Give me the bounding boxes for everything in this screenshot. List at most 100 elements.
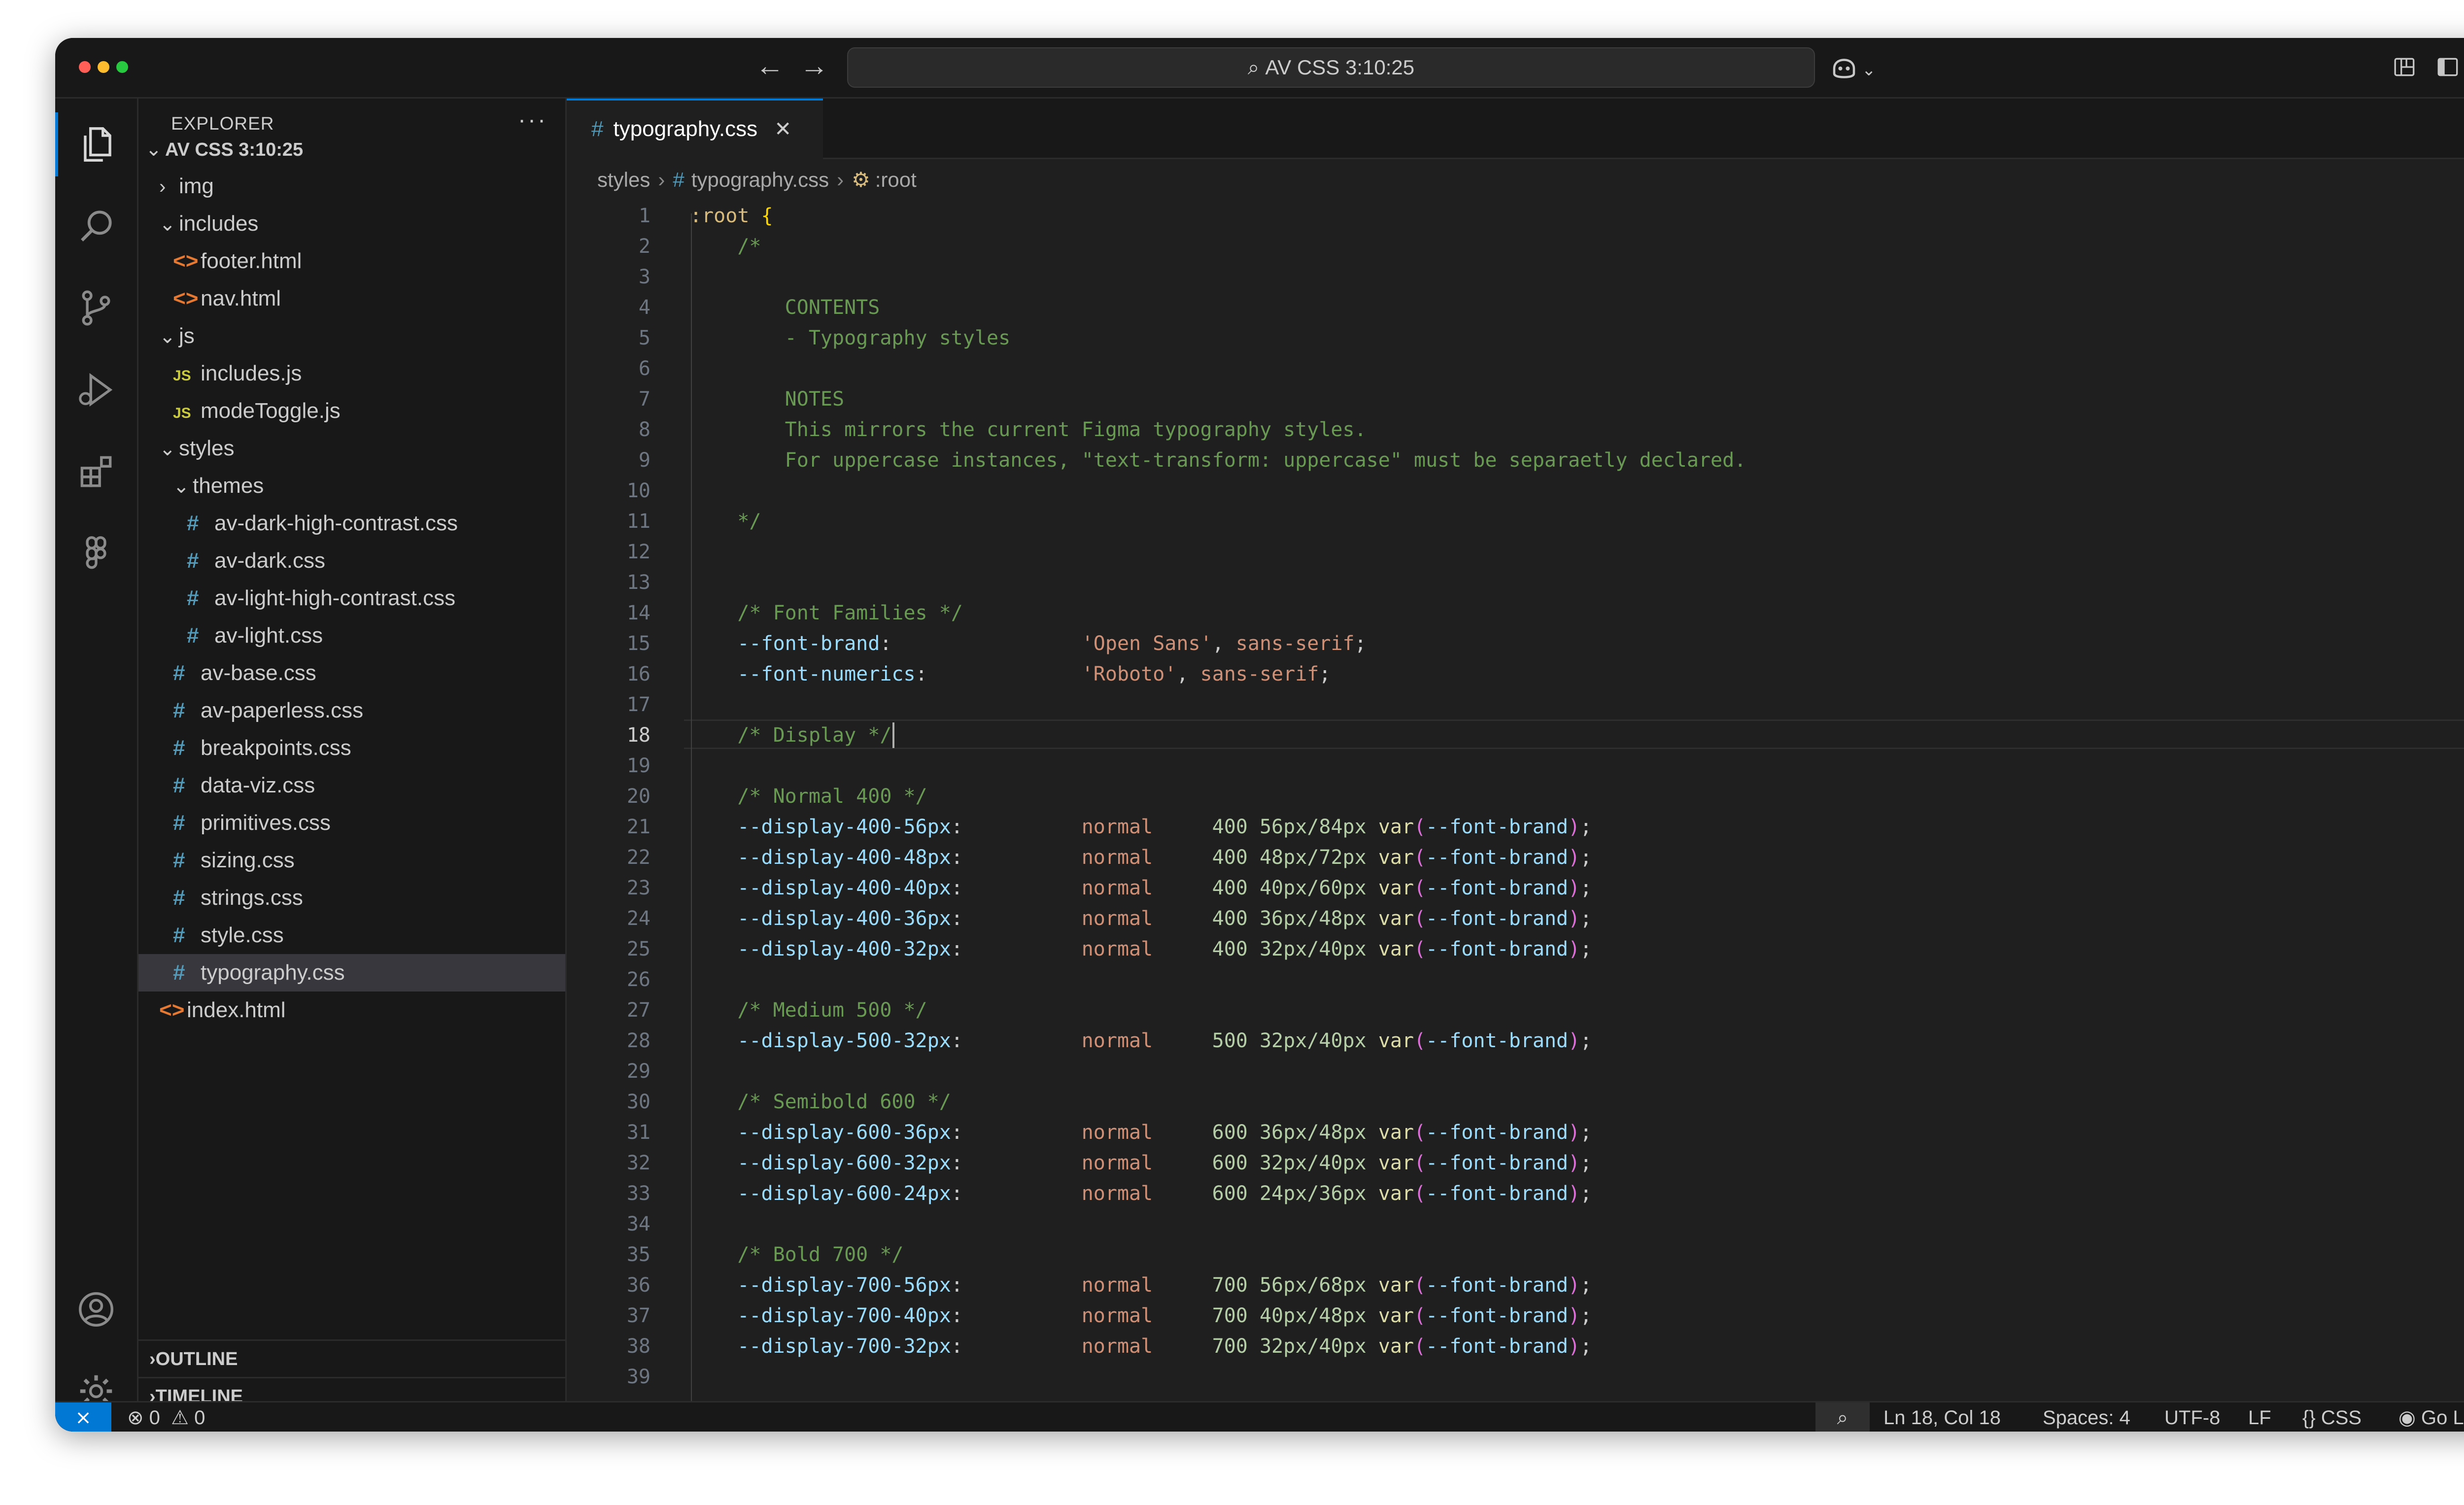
tree-item[interactable]: # style.css bbox=[138, 917, 565, 954]
tree-item[interactable]: ⌄ styles bbox=[138, 430, 565, 467]
problems-indicator[interactable]: ⊗ 0 ⚠ 0 bbox=[127, 1402, 205, 1432]
css-file-icon: # bbox=[173, 698, 185, 722]
code-token: normal bbox=[1081, 907, 1153, 930]
code-token: ( bbox=[1414, 1274, 1426, 1297]
code-editor[interactable]: 1:root {2 /* 3 4 CONTENTS 5 - Typography st… bbox=[567, 199, 2464, 1401]
explorer-icon[interactable] bbox=[55, 112, 137, 176]
tree-item[interactable]: # av-light-high-contrast.css bbox=[138, 580, 565, 617]
language-mode[interactable]: {} CSS bbox=[2302, 1402, 2361, 1432]
breadcrumb-symbol[interactable]: :root bbox=[875, 168, 917, 191]
figma-icon[interactable] bbox=[55, 521, 137, 585]
code-token: normal bbox=[1081, 1121, 1153, 1144]
code-token: ( bbox=[1414, 1121, 1426, 1144]
code-token: ; bbox=[1580, 1029, 1592, 1052]
tree-item[interactable]: # primitives.css bbox=[138, 804, 565, 842]
outline-panel-header[interactable]: ›OUTLINE bbox=[138, 1339, 565, 1377]
tree-item[interactable]: › img bbox=[138, 168, 565, 205]
zoom-icon[interactable]: ⌕ bbox=[1815, 1402, 1870, 1432]
eol-setting[interactable]: LF bbox=[2248, 1402, 2271, 1432]
tree-item[interactable]: # av-dark-high-contrast.css bbox=[138, 505, 565, 542]
code-token: : bbox=[951, 938, 1082, 960]
breadcrumb-folder[interactable]: styles bbox=[597, 168, 650, 191]
tree-item[interactable]: <> nav.html bbox=[138, 280, 565, 317]
code-token: --display-700-56px bbox=[690, 1274, 951, 1297]
code-token: ; bbox=[1580, 907, 1592, 930]
js-file-icon: JS bbox=[173, 368, 191, 384]
run-debug-icon[interactable] bbox=[55, 358, 137, 422]
tree-item[interactable]: ⌄ includes bbox=[138, 205, 565, 242]
encoding-setting[interactable]: UTF-8 bbox=[2164, 1402, 2220, 1432]
close-window-button[interactable] bbox=[79, 61, 91, 73]
code-token: normal bbox=[1081, 1029, 1153, 1052]
code-token: --font-brand bbox=[1426, 846, 1569, 869]
code-token: ) bbox=[1568, 1335, 1580, 1358]
line-number: 29 bbox=[626, 1060, 650, 1083]
explorer-more-actions-button[interactable]: ··· bbox=[518, 106, 548, 134]
code-token: ) bbox=[1568, 1182, 1580, 1205]
root-folder-row[interactable]: ⌄ AV CSS 3:10:25 bbox=[138, 130, 565, 168]
tree-item[interactable]: JS includes.js bbox=[138, 355, 565, 392]
tree-item[interactable]: <> footer.html bbox=[138, 242, 565, 280]
zoom-window-button[interactable] bbox=[116, 61, 128, 73]
tree-item[interactable]: # av-light.css bbox=[138, 617, 565, 654]
code-token: For uppercase instances, "text-transform… bbox=[690, 449, 1746, 472]
code-text: --display-700-32px: normal 700 32px/40px… bbox=[690, 1331, 1592, 1362]
tree-item[interactable]: # data-viz.css bbox=[138, 767, 565, 804]
code-token: ) bbox=[1568, 816, 1580, 838]
code-token: --font-brand bbox=[1426, 816, 1569, 838]
code-token: ; bbox=[1319, 663, 1331, 685]
back-arrow-icon[interactable]: ← bbox=[753, 49, 787, 83]
code-token: var bbox=[1378, 1335, 1414, 1358]
toggle-primary-sidebar-icon[interactable] bbox=[2435, 55, 2460, 79]
source-control-icon[interactable] bbox=[55, 276, 137, 340]
tree-item[interactable]: # av-dark.css bbox=[138, 542, 565, 580]
code-token: 'Roboto' bbox=[1081, 663, 1177, 685]
copilot-menu-button[interactable]: ⌄ bbox=[1829, 50, 1876, 84]
line-number: 23 bbox=[626, 877, 650, 899]
code-token: , bbox=[1176, 663, 1200, 685]
tree-item[interactable]: # typography.css bbox=[138, 954, 565, 992]
code-token: NOTES bbox=[690, 388, 845, 410]
breadcrumb-file[interactable]: typography.css bbox=[691, 168, 829, 191]
minimize-window-button[interactable] bbox=[98, 61, 109, 73]
search-icon[interactable] bbox=[55, 194, 137, 258]
css-file-icon: # bbox=[173, 960, 185, 985]
account-icon[interactable] bbox=[55, 1277, 137, 1341]
code-text: This mirrors the current Figma typograph… bbox=[690, 414, 1367, 445]
cursor-position[interactable]: Ln 18, Col 18 bbox=[1883, 1402, 2001, 1432]
css-file-icon: # bbox=[187, 586, 199, 610]
code-token: --display-400-48px bbox=[690, 846, 951, 869]
extensions-icon[interactable] bbox=[55, 440, 137, 504]
forward-arrow-icon[interactable]: → bbox=[797, 49, 831, 83]
tree-item[interactable]: # sizing.css bbox=[138, 842, 565, 879]
tree-item[interactable]: # av-base.css bbox=[138, 654, 565, 692]
tree-item[interactable]: # strings.css bbox=[138, 879, 565, 917]
tree-item[interactable]: JS modeToggle.js bbox=[138, 392, 565, 430]
remote-indicator-icon[interactable]: ⨯ bbox=[55, 1402, 111, 1432]
code-token: --display-600-32px bbox=[690, 1152, 951, 1174]
tree-item[interactable]: # breakpoints.css bbox=[138, 729, 565, 767]
code-text: NOTES bbox=[690, 384, 844, 414]
line-number: 25 bbox=[626, 938, 650, 960]
line-number: 30 bbox=[626, 1091, 650, 1113]
code-token: : bbox=[951, 1335, 1082, 1358]
code-token: ) bbox=[1568, 1152, 1580, 1174]
command-center-search[interactable]: ⌕ AV CSS 3:10:25 bbox=[847, 47, 1815, 88]
tree-item[interactable]: # av-paperless.css bbox=[138, 692, 565, 729]
code-token: : bbox=[951, 1152, 1082, 1174]
tree-item[interactable]: <> index.html bbox=[138, 992, 565, 1029]
go-live-button[interactable]: ◉ Go Live bbox=[2398, 1402, 2464, 1432]
tree-item[interactable]: ⌄ js bbox=[138, 317, 565, 355]
code-token: ( bbox=[1414, 1304, 1426, 1327]
tree-item[interactable]: ⌄ themes bbox=[138, 467, 565, 505]
tab-typography-css[interactable]: # typography.css ✕ bbox=[567, 99, 823, 159]
indentation-setting[interactable]: Spaces: 4 bbox=[2043, 1402, 2130, 1432]
line-number: 39 bbox=[626, 1366, 650, 1388]
close-icon[interactable]: ✕ bbox=[774, 101, 791, 157]
code-token: /* Semibold 600 */ bbox=[690, 1091, 951, 1113]
braces-icon: {} bbox=[2302, 1407, 2316, 1429]
customize-layout-icon[interactable] bbox=[2392, 55, 2417, 79]
